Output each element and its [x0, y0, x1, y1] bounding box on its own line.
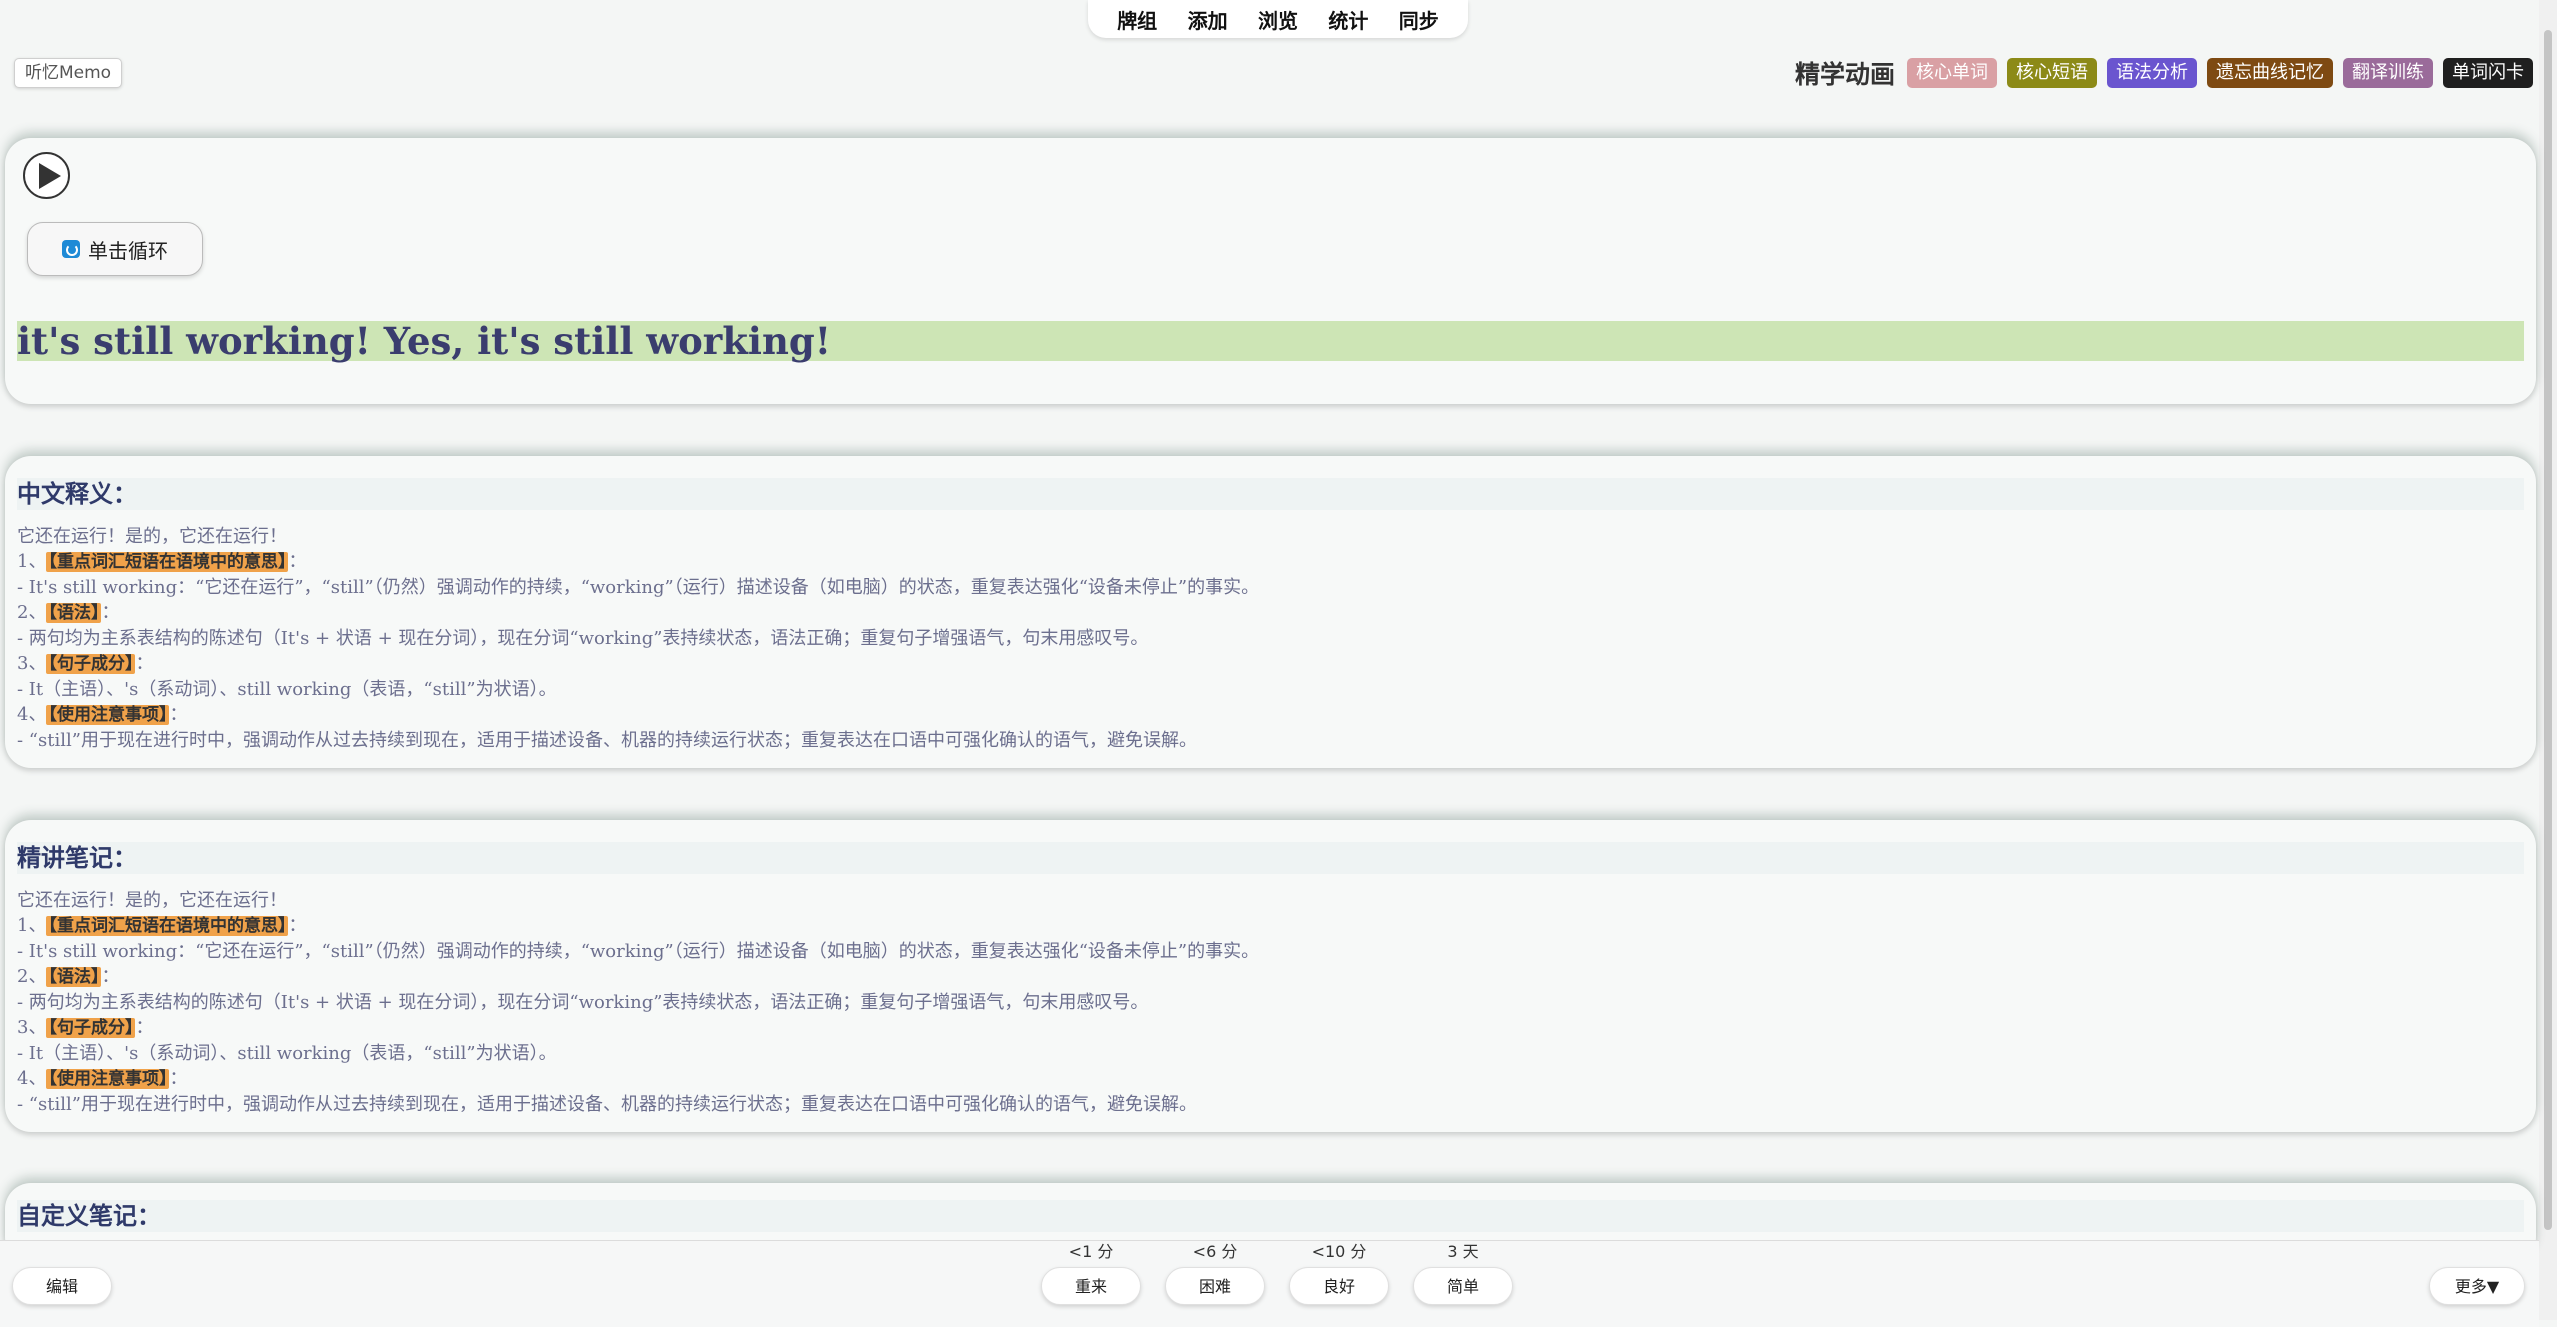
more-button[interactable]: 更多▼	[2429, 1267, 2525, 1305]
loop-icon	[62, 240, 80, 258]
again-button[interactable]: 重来	[1041, 1267, 1141, 1305]
tag-translation[interactable]: 翻译训练	[2343, 58, 2433, 88]
menu-browse[interactable]: 浏览	[1258, 5, 1298, 34]
translation-line: 它还在运行！是的，它还在运行！	[17, 526, 287, 547]
highlight-tag: 【使用注意事项】	[46, 705, 170, 725]
note-detail: - It（主语）、's（系动词）、still working（表语，“still…	[17, 679, 557, 700]
highlight-tag: 【重点词汇短语在语境中的意思】	[46, 552, 289, 572]
note-heading: 2、 【语法】：	[17, 602, 120, 623]
notes-body: 它还在运行！是的，它还在运行！ 1、 【重点词汇短语在语境中的意思】： - It'…	[17, 888, 2524, 1117]
highlight-tag: 【重点词汇短语在语境中的意思】	[46, 916, 289, 936]
note-heading: 1、 【重点词汇短语在语境中的意思】：	[17, 551, 307, 572]
tag-core-words[interactable]: 核心单词	[1907, 58, 1997, 88]
note-num: 1、	[17, 551, 47, 572]
note-heading: 1、 【重点词汇短语在语境中的意思】：	[17, 915, 307, 936]
highlight-tag: 【使用注意事项】	[46, 1069, 170, 1089]
page-scrollbar[interactable]	[2539, 0, 2557, 1320]
highlight-tag: 【句子成分】	[46, 1018, 136, 1038]
note-detail: - “still”用于现在进行时中，强调动作从过去持续到现在，适用于描述设备、机…	[17, 1094, 1197, 1115]
edit-button[interactable]: 编辑	[12, 1267, 112, 1305]
note-num: 3、	[17, 653, 47, 674]
hard-button[interactable]: 困难	[1165, 1267, 1265, 1305]
tag-forgetting-curve[interactable]: 遗忘曲线记忆	[2207, 58, 2333, 88]
loop-button[interactable]: 单击循环	[27, 222, 203, 276]
sentence-text: it's still working! Yes, it's still work…	[17, 321, 2524, 361]
note-detail: - “still”用于现在进行时中，强调动作从过去持续到现在，适用于描述设备、机…	[17, 730, 1197, 751]
note-detail: - 两句均为主系表结构的陈述句（It's + 状语 + 现在分词），现在分词“w…	[17, 992, 1149, 1013]
loop-label: 单击循环	[88, 238, 168, 263]
note-num: 4、	[17, 1068, 47, 1089]
highlight-tag: 【语法】	[46, 603, 102, 623]
menu-stats[interactable]: 统计	[1328, 5, 1368, 34]
top-menu: 牌组 添加 浏览 统计 同步	[1088, 0, 1468, 38]
note-heading: 4、 【使用注意事项】：	[17, 1068, 188, 1089]
interval-good: <10 分	[1311, 1242, 1367, 1261]
translation-line: 它还在运行！是的，它还在运行！	[17, 890, 287, 911]
note-detail: - It's still working：“它还在运行”，“still”（仍然）…	[17, 941, 1260, 962]
scrollbar-thumb[interactable]	[2544, 30, 2552, 1230]
interval-again: <1 分	[1068, 1242, 1114, 1261]
good-button[interactable]: 良好	[1289, 1267, 1389, 1305]
note-detail: - 两句均为主系表结构的陈述句（It's + 状语 + 现在分词），现在分词“w…	[17, 628, 1149, 649]
note-heading: 4、 【使用注意事项】：	[17, 704, 188, 725]
highlight-tag: 【语法】	[46, 967, 102, 987]
interval-easy: 3 天	[1447, 1242, 1479, 1261]
note-num: 4、	[17, 704, 47, 725]
section-title: 精讲笔记：	[17, 842, 2524, 874]
answer-bar: 编辑 <1 分 重来 <6 分 困难 <10 分 良好 3 天 简单 更多▼	[0, 1240, 2539, 1327]
note-num: 3、	[17, 1017, 47, 1038]
section-title: 中文释义：	[17, 478, 2524, 510]
play-icon[interactable]	[23, 152, 70, 199]
interval-hard: <6 分	[1192, 1242, 1238, 1261]
notes-card: 精讲笔记： 它还在运行！是的，它还在运行！ 1、 【重点词汇短语在语境中的意思】：…	[5, 820, 2536, 1132]
section-title: 自定义笔记：	[17, 1200, 2524, 1232]
tag-flashcards[interactable]: 单词闪卡	[2443, 58, 2533, 88]
menu-sync[interactable]: 同步	[1399, 5, 1439, 34]
note-heading: 3、 【句子成分】：	[17, 1017, 154, 1038]
note-detail: - It's still working：“它还在运行”，“still”（仍然）…	[17, 577, 1260, 598]
tagbar-title: 精学动画	[1794, 60, 1895, 89]
tag-core-phrases[interactable]: 核心短语	[2007, 58, 2097, 88]
menu-decks[interactable]: 牌组	[1117, 5, 1157, 34]
note-heading: 3、 【句子成分】：	[17, 653, 154, 674]
player-card: 单击循环 it's still working! Yes, it's still…	[5, 138, 2536, 404]
note-heading: 2、 【语法】：	[17, 966, 120, 987]
highlight-tag: 【句子成分】	[46, 654, 136, 674]
note-num: 1、	[17, 915, 47, 936]
app-label-button[interactable]: 听忆Memo	[14, 58, 123, 88]
menu-add[interactable]: 添加	[1188, 5, 1228, 34]
note-num: 2、	[17, 966, 47, 987]
tag-grammar[interactable]: 语法分析	[2107, 58, 2197, 88]
easy-button[interactable]: 简单	[1413, 1267, 1513, 1305]
feature-tag-bar: 精学动画 核心单词 核心短语 语法分析 遗忘曲线记忆 翻译训练 单词闪卡	[1795, 55, 2533, 91]
note-num: 2、	[17, 602, 47, 623]
note-detail: - It（主语）、's（系动词）、still working（表语，“still…	[17, 1043, 557, 1064]
meaning-card: 中文释义： 它还在运行！是的，它还在运行！ 1、 【重点词汇短语在语境中的意思】：…	[5, 456, 2536, 768]
notes-body: 它还在运行！是的，它还在运行！ 1、 【重点词汇短语在语境中的意思】： - It'…	[17, 524, 2524, 753]
